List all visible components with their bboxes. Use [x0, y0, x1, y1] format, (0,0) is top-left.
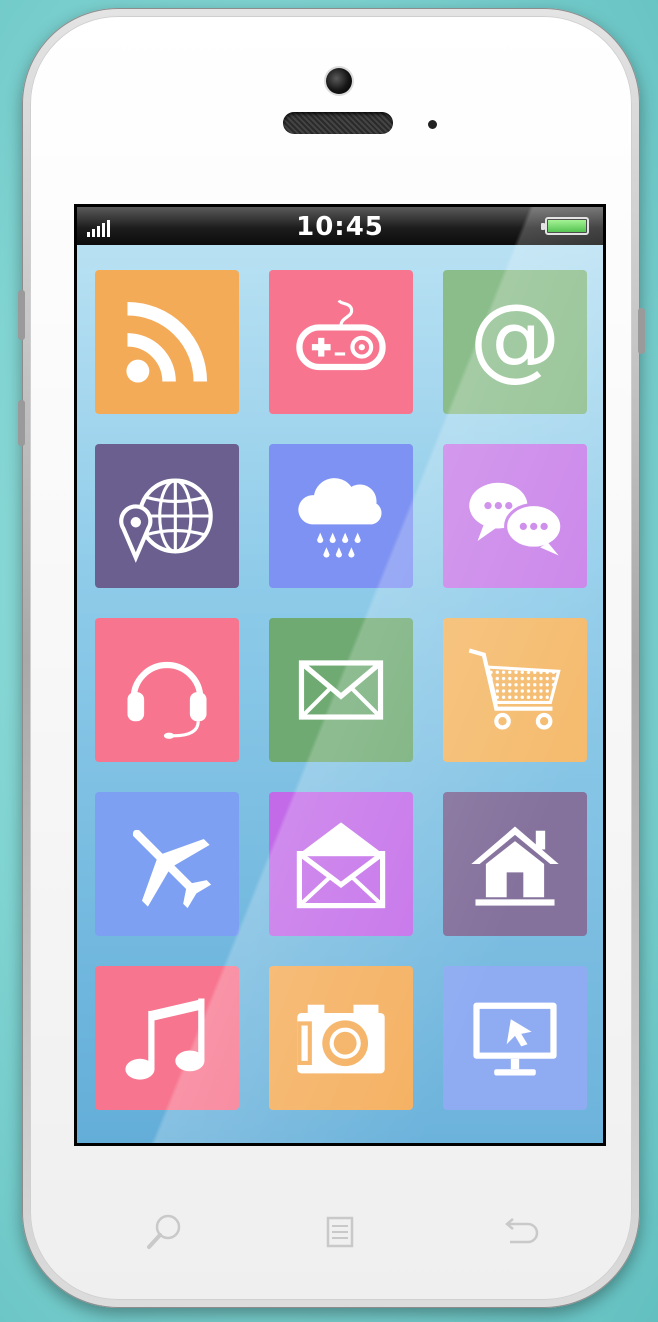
volume-down-button[interactable] — [638, 308, 645, 354]
rain-cloud-icon — [298, 478, 382, 558]
app-music[interactable] — [95, 966, 239, 1110]
back-button[interactable] — [496, 1208, 544, 1256]
camera-icon — [297, 1004, 385, 1074]
app-games[interactable] — [269, 270, 413, 414]
app-travel[interactable] — [95, 792, 239, 936]
app-maps[interactable] — [95, 444, 239, 588]
app-home[interactable] — [443, 792, 587, 936]
proximity-sensor — [428, 120, 437, 129]
mute-switch[interactable] — [18, 290, 25, 340]
open-envelope-icon — [296, 822, 386, 909]
house-icon — [471, 826, 559, 906]
front-camera — [326, 68, 352, 94]
svg-text:@: @ — [469, 290, 561, 391]
app-inbox[interactable] — [269, 792, 413, 936]
menu-icon — [326, 1216, 354, 1248]
music-note-icon — [125, 998, 205, 1080]
status-time: 10:45 — [296, 212, 384, 242]
app-chat[interactable] — [443, 444, 587, 588]
status-bar: 10:45 — [77, 207, 603, 245]
at-sign-icon: @ — [469, 290, 561, 391]
phone-body: 10:45 @ — [30, 16, 632, 1300]
phone: 10:45 @ — [18, 8, 645, 1308]
app-email[interactable]: @ — [443, 270, 587, 414]
rss-icon — [126, 301, 208, 383]
app-grid: @ — [95, 270, 589, 1110]
monitor-cursor-icon — [473, 1002, 557, 1076]
home-screen: 10:45 @ — [77, 207, 603, 1143]
airplane-icon — [132, 829, 212, 909]
shopping-cart-icon — [468, 648, 561, 730]
back-arrow-icon — [505, 1218, 539, 1244]
globe-pin-icon — [119, 478, 213, 563]
headset-icon — [127, 661, 207, 739]
app-shop[interactable] — [443, 618, 587, 762]
search-icon — [147, 1214, 181, 1249]
chat-bubbles-icon — [469, 482, 564, 556]
screen: 10:45 @ — [74, 204, 606, 1146]
app-music-support[interactable] — [95, 618, 239, 762]
volume-up-button[interactable] — [18, 400, 25, 446]
gamepad-icon — [296, 299, 386, 371]
envelope-icon — [298, 660, 384, 720]
app-camera[interactable] — [269, 966, 413, 1110]
battery-icon — [541, 217, 589, 235]
app-desktop[interactable] — [443, 966, 587, 1110]
menu-button[interactable] — [316, 1208, 364, 1256]
search-button[interactable] — [140, 1208, 188, 1256]
app-mail[interactable] — [269, 618, 413, 762]
app-weather[interactable] — [269, 444, 413, 588]
earpiece-speaker — [283, 112, 393, 134]
app-rss[interactable] — [95, 270, 239, 414]
